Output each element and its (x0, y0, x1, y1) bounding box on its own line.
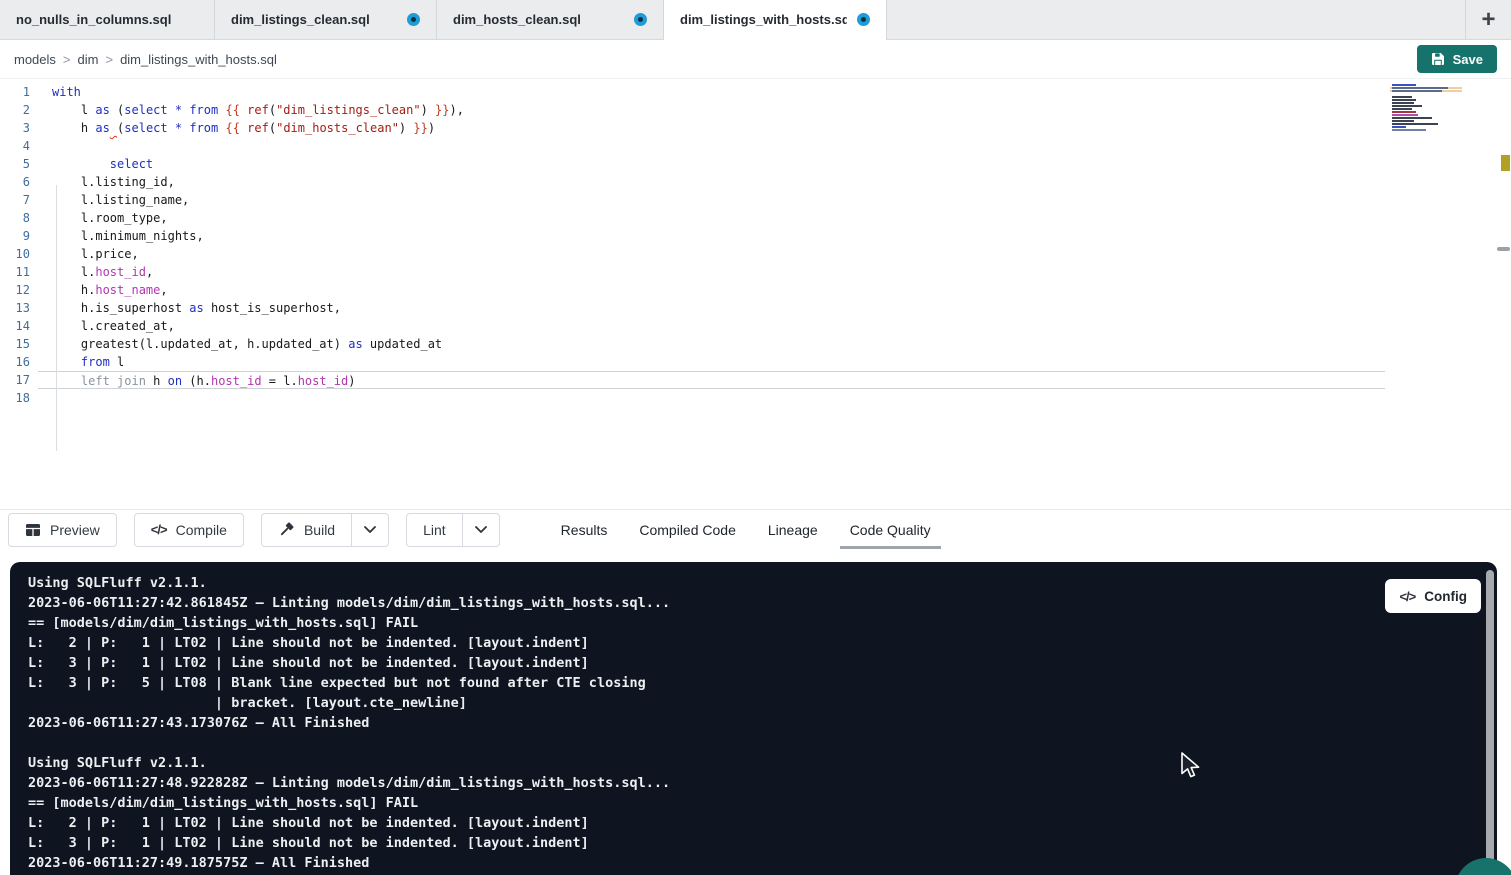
code-line[interactable]: l.listing_name, (38, 191, 1385, 209)
button-label: Lint (423, 522, 446, 538)
indent-guide (56, 185, 57, 451)
scrollbar-warning-marker (1501, 155, 1510, 171)
terminal-panel: Using SQLFluff v2.1.1. 2023-06-06T11:27:… (10, 562, 1497, 875)
line-number-gutter: 123456789101112131415161718 (0, 79, 38, 509)
new-tab-button[interactable]: + (1465, 0, 1511, 39)
config-button[interactable]: </> Config (1385, 579, 1481, 613)
code-line[interactable]: h.host_name, (38, 281, 1385, 299)
breadcrumb-item: dim (78, 52, 99, 67)
save-icon (1431, 52, 1445, 66)
line-number: 9 (0, 227, 38, 245)
build-dropdown-button[interactable] (351, 514, 388, 546)
code-line[interactable]: with (38, 83, 1385, 101)
editor-tab-bar: no_nulls_in_columns.sql dim_listings_clea… (0, 0, 1511, 40)
build-button-group: Build (261, 513, 389, 547)
button-label: Compile (176, 522, 227, 538)
editor-tab-dim-listings-clean-sql[interactable]: dim_listings_clean.sql (215, 0, 437, 39)
code-line[interactable]: from l (38, 353, 1385, 371)
line-number: 13 (0, 299, 38, 317)
line-number: 12 (0, 281, 38, 299)
line-number: 10 (0, 245, 38, 263)
code-icon: </> (151, 522, 167, 537)
compile-button-group: </> Compile (134, 513, 244, 547)
breadcrumb: models > dim > dim_listings_with_hosts.sql (14, 52, 277, 67)
compile-button[interactable]: </> Compile (135, 514, 243, 546)
line-number: 8 (0, 209, 38, 227)
code-line[interactable]: l.minimum_nights, (38, 227, 1385, 245)
lint-button[interactable]: Lint (407, 514, 462, 546)
button-label: Build (304, 522, 335, 538)
file-header: models > dim > dim_listings_with_hosts.sql S… (0, 40, 1511, 79)
line-number: 15 (0, 335, 38, 353)
unsaved-changes-icon (407, 13, 420, 26)
breadcrumb-item: models (14, 52, 56, 67)
tab-label: no_nulls_in_columns.sql (16, 12, 171, 27)
line-number: 7 (0, 191, 38, 209)
panel-tab-code-quality[interactable]: Code Quality (850, 510, 931, 550)
line-number: 2 (0, 101, 38, 119)
line-number: 6 (0, 173, 38, 191)
preview-button-group: Preview (8, 513, 117, 547)
preview-button[interactable]: Preview (9, 514, 116, 546)
hammer-icon (278, 521, 295, 538)
line-number: 18 (0, 389, 38, 407)
breadcrumb-separator: > (63, 52, 71, 67)
lint-button-group: Lint (406, 513, 500, 547)
line-number: 4 (0, 137, 38, 155)
code-line[interactable] (38, 389, 1385, 407)
code-line[interactable]: h.is_superhost as host_is_superhost, (38, 299, 1385, 317)
results-panel-tabs: Results Compiled Code Lineage Code Quality (561, 510, 931, 550)
lint-dropdown-button[interactable] (462, 514, 499, 546)
code-line[interactable]: h as (select * from {{ ref("dim_hosts_cl… (38, 119, 1385, 137)
line-number: 1 (0, 83, 38, 101)
line-number: 16 (0, 353, 38, 371)
code-line[interactable]: l as (select * from {{ ref("dim_listings… (38, 101, 1385, 119)
code-editor[interactable]: 123456789101112131415161718 with l as (s… (0, 79, 1511, 509)
code-line[interactable] (38, 137, 1385, 155)
minimap[interactable] (1390, 84, 1462, 132)
code-lines[interactable]: with l as (select * from {{ ref("dim_lis… (38, 79, 1385, 509)
table-icon (25, 522, 41, 538)
terminal-output: Using SQLFluff v2.1.1. 2023-06-06T11:27:… (28, 573, 670, 873)
editor-tab-dim-listings-with-hosts-sql[interactable]: dim_listings_with_hosts.sql (664, 0, 887, 39)
line-number: 3 (0, 119, 38, 137)
code-line[interactable]: l.listing_id, (38, 173, 1385, 191)
unsaved-changes-icon (857, 13, 870, 26)
tab-label: dim_listings_clean.sql (231, 12, 370, 27)
panel-tab-lineage[interactable]: Lineage (768, 510, 818, 550)
line-number: 14 (0, 317, 38, 335)
chevron-down-icon (364, 526, 376, 533)
code-line[interactable]: l.price, (38, 245, 1385, 263)
editor-tab-dim-hosts-clean-sql[interactable]: dim_hosts_clean.sql (437, 0, 664, 39)
panel-tab-results[interactable]: Results (561, 510, 608, 550)
button-label: Preview (50, 522, 100, 538)
line-number: 17 (0, 371, 38, 389)
editor-toolbar: Preview </> Compile Build Lint Results Compil… (0, 509, 1511, 549)
plus-icon: + (1481, 6, 1495, 34)
terminal-scrollbar[interactable] (1486, 570, 1494, 875)
save-button[interactable]: Save (1417, 45, 1497, 73)
code-line[interactable]: l.room_type, (38, 209, 1385, 227)
tab-label: dim_listings_with_hosts.sql (680, 12, 847, 27)
editor-tab-no-nulls-in-columns-sql[interactable]: no_nulls_in_columns.sql (0, 0, 215, 39)
code-line[interactable]: l.created_at, (38, 317, 1385, 335)
breadcrumb-separator: > (105, 52, 113, 67)
save-label: Save (1453, 52, 1483, 67)
code-line[interactable]: l.host_id, (38, 263, 1385, 281)
line-number: 11 (0, 263, 38, 281)
panel-tab-compiled-code[interactable]: Compiled Code (639, 510, 736, 550)
code-icon: </> (1399, 589, 1415, 604)
config-label: Config (1424, 589, 1467, 604)
code-line[interactable]: greatest(l.updated_at, h.updated_at) as … (38, 335, 1385, 353)
tab-label: dim_hosts_clean.sql (453, 12, 581, 27)
build-button[interactable]: Build (262, 514, 351, 546)
unsaved-changes-icon (634, 13, 647, 26)
code-line[interactable]: select (38, 155, 1385, 173)
scrollbar-position-marker[interactable] (1497, 247, 1510, 251)
chevron-down-icon (475, 526, 487, 533)
line-number: 5 (0, 155, 38, 173)
code-line[interactable]: left join h on (h.host_id = l.host_id) (38, 371, 1385, 389)
breadcrumb-item: dim_listings_with_hosts.sql (120, 52, 277, 67)
